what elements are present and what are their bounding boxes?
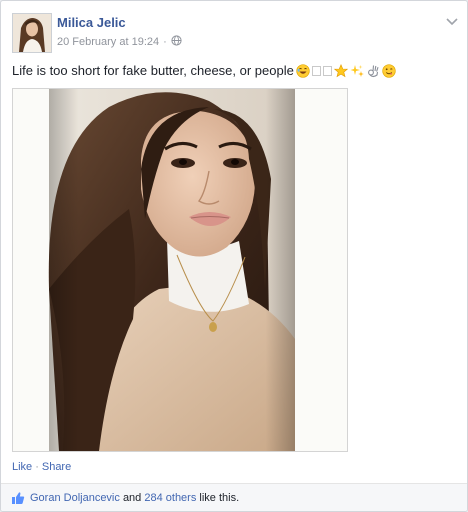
star-icon xyxy=(333,63,348,78)
actions-separator: · xyxy=(35,461,39,473)
likes-and: and xyxy=(122,491,142,504)
post-meta: 20 February at 19:24 · xyxy=(57,35,182,49)
emoji-row xyxy=(295,63,397,78)
chevron-down-icon[interactable] xyxy=(445,14,459,26)
post-actions: Like · Share xyxy=(12,461,71,473)
likes-summary: Goran Doljancevic and 284 others like th… xyxy=(1,483,467,511)
liker-name[interactable]: Goran Doljancevic xyxy=(30,492,120,504)
others-count-link[interactable]: 284 others xyxy=(144,492,196,504)
post-timestamp[interactable]: 20 February at 19:24 xyxy=(57,36,159,48)
post-body: Life is too short for fake butter, chees… xyxy=(12,63,294,78)
post-photo[interactable] xyxy=(12,88,348,452)
avatar[interactable] xyxy=(12,13,52,53)
blank-glyph xyxy=(311,65,321,76)
post-card: Milica Jelic 20 February at 19:24 · Life… xyxy=(0,0,468,512)
blank-glyph xyxy=(322,65,332,76)
winking-face-icon xyxy=(382,63,396,78)
thumbs-up-icon xyxy=(11,491,25,505)
globe-icon[interactable] xyxy=(171,35,182,49)
share-link[interactable]: Share xyxy=(42,461,71,473)
meta-separator: · xyxy=(163,36,167,48)
ok-hand-icon xyxy=(366,64,380,78)
laughing-face-icon xyxy=(296,63,310,78)
sparkles-icon xyxy=(350,64,364,78)
post-text: Life is too short for fake butter, chees… xyxy=(12,63,397,78)
author-name[interactable]: Milica Jelic xyxy=(57,15,126,30)
like-link[interactable]: Like xyxy=(12,461,32,473)
likes-suffix: like this. xyxy=(199,491,240,504)
